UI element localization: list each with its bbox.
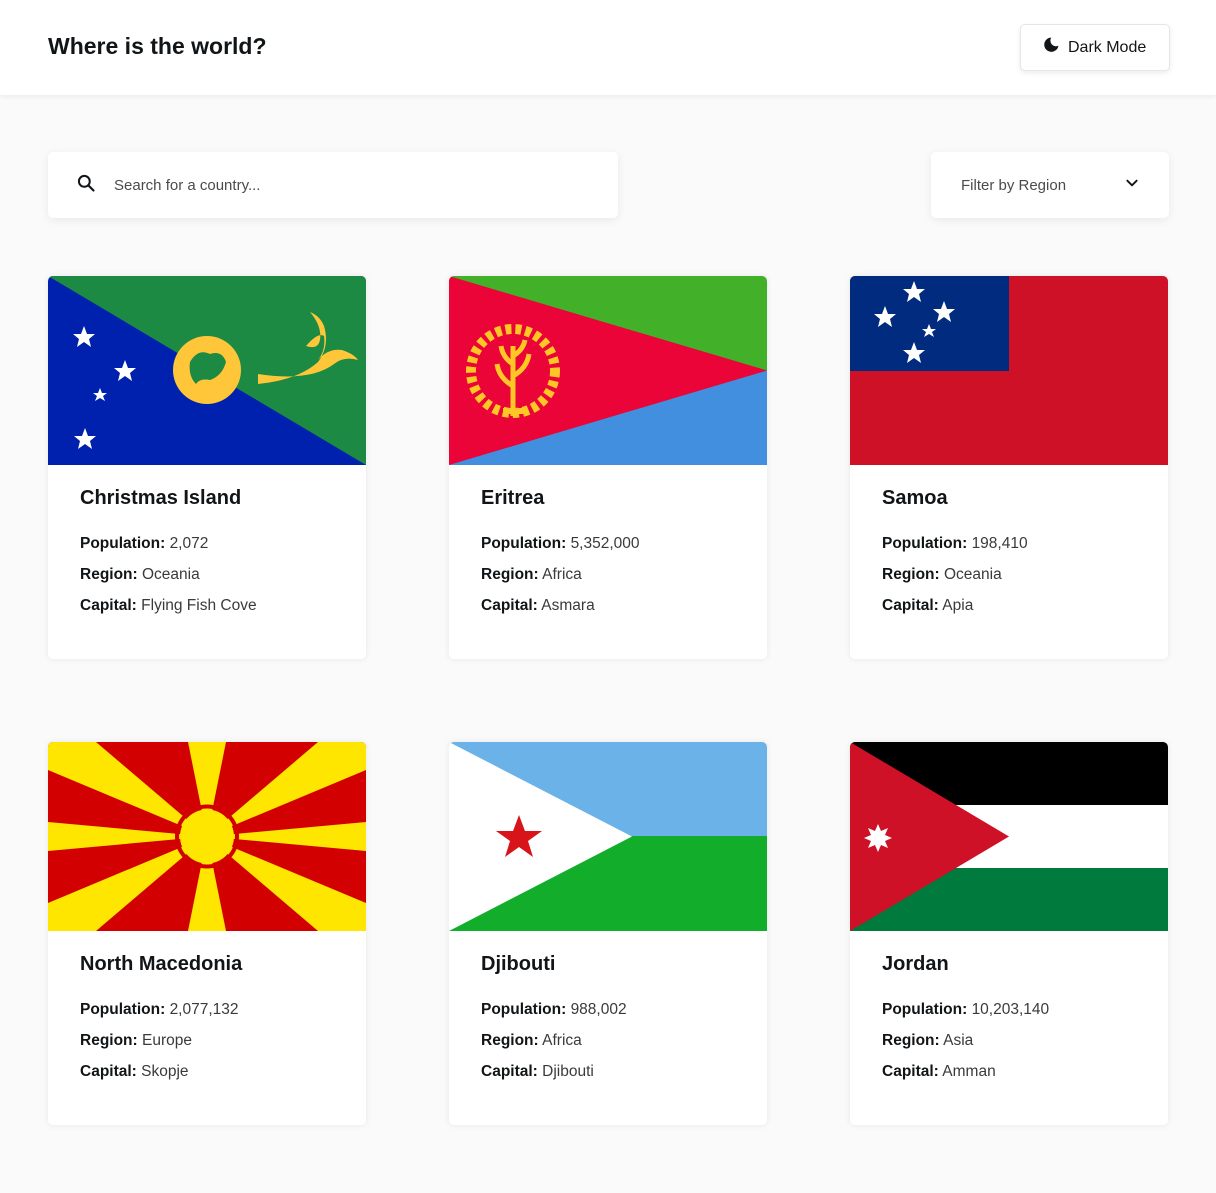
search-icon [76,173,96,198]
population-value: 5,352,000 [570,535,640,552]
population-row: Population: 198,410 [882,535,1028,552]
country-card[interactable]: Eritrea Population: 5,352,000 Region: Af… [449,276,767,659]
region-filter-dropdown[interactable]: Filter by Region [931,152,1169,218]
capital-value: Djibouti [542,1063,594,1080]
app-title: Where is the world? [48,33,267,59]
header-bar: Where is the world? Dark Mode [0,0,1216,95]
country-name: Samoa [882,487,948,509]
population-value: 2,077,132 [169,1001,239,1018]
country-name: Djibouti [481,953,556,975]
capital-row: Capital: Skopje [80,1063,189,1080]
population-value: 2,072 [169,535,209,552]
dark-mode-toggle[interactable]: Dark Mode [1020,24,1170,71]
population-row: Population: 2,072 [80,535,209,552]
population-row: Population: 2,077,132 [80,1001,239,1018]
region-value: Asia [943,1032,974,1049]
filter-label: Filter by Region [961,176,1067,194]
population-row: Population: 988,002 [481,1001,627,1018]
capital-value: Skopje [141,1063,189,1080]
country-name: North Macedonia [80,953,243,975]
eritrea-flag [449,276,767,465]
samoa-flag [850,276,1168,465]
capital-row: Capital: Asmara [481,597,595,614]
region-row: Region: Europe [80,1032,192,1049]
region-value: Oceania [944,566,1002,583]
population-row: Population: 5,352,000 [481,535,640,552]
country-name: Jordan [882,953,949,975]
region-value: Africa [542,566,582,583]
population-value: 198,410 [971,535,1028,552]
capital-value: Flying Fish Cove [141,597,257,614]
chevron-down-icon [1125,176,1139,194]
country-card[interactable]: Samoa Population: 198,410 Region: Oceani… [850,276,1168,659]
region-value: Europe [142,1032,192,1049]
country-card[interactable]: North Macedonia Population: 2,077,132 Re… [48,742,366,1125]
capital-row: Capital: Flying Fish Cove [80,597,257,614]
population-value: 988,002 [570,1001,627,1018]
capital-row: Capital: Amman [882,1063,996,1080]
country-name: Christmas Island [80,487,242,509]
region-row: Region: Africa [481,566,582,583]
christmas-island-flag [48,276,366,465]
search-bar[interactable] [48,152,618,218]
dark-mode-label: Dark Mode [1068,38,1147,56]
capital-value: Apia [942,597,974,614]
country-card[interactable]: Jordan Population: 10,203,140 Region: As… [850,742,1168,1125]
region-row: Region: Oceania [882,566,1002,583]
population-row: Population: 10,203,140 [882,1001,1050,1018]
moon-icon [1042,36,1060,59]
region-row: Region: Africa [481,1032,582,1049]
country-card[interactable]: Djibouti Population: 988,002 Region: Afr… [449,742,767,1125]
region-row: Region: Asia [882,1032,974,1049]
region-value: Oceania [142,566,200,583]
country-name: Eritrea [481,487,545,509]
djibouti-flag [449,742,767,931]
search-input[interactable] [114,176,534,194]
capital-row: Capital: Djibouti [481,1063,594,1080]
region-value: Africa [542,1032,582,1049]
north-macedonia-flag [48,742,366,931]
jordan-flag [850,742,1168,931]
region-row: Region: Oceania [80,566,200,583]
capital-row: Capital: Apia [882,597,974,614]
capital-value: Asmara [541,597,595,614]
capital-value: Amman [942,1063,996,1080]
country-card[interactable]: Christmas Island Population: 2,072 Regio… [48,276,366,659]
population-value: 10,203,140 [971,1001,1050,1018]
